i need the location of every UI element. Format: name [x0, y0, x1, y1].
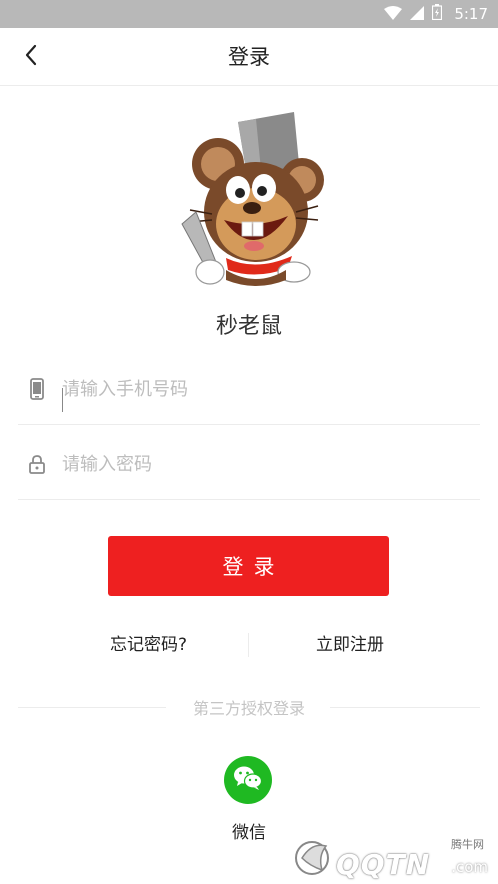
page-title: 登录 — [228, 45, 270, 69]
phone-field-row — [18, 351, 480, 425]
watermark-logo-icon — [292, 836, 336, 880]
wechat-icon — [233, 765, 263, 795]
watermark-small-text: 腾牛网 — [451, 838, 484, 851]
wifi-icon — [384, 5, 403, 24]
watermark: 腾牛网 QQTN .com — [290, 828, 498, 884]
status-time: 5:17 — [454, 5, 488, 23]
lock-icon — [26, 452, 48, 476]
watermark-suffix: .com — [451, 858, 488, 876]
app-name: 秒老鼠 — [215, 314, 282, 339]
login-button[interactable]: 登录 — [108, 536, 389, 596]
divider-right — [330, 707, 480, 708]
app-bar: 登录 — [0, 28, 498, 86]
third-party-section: 第三方授权登录 — [0, 692, 498, 722]
mouse-mascot-logo — [176, 112, 326, 297]
auth-links: 忘记密码? 立即注册 — [0, 625, 498, 665]
register-link[interactable]: 立即注册 — [316, 625, 384, 665]
watermark-main-text: QQTN — [336, 848, 431, 881]
status-bar: 5:17 — [0, 0, 498, 28]
text-cursor — [62, 388, 63, 412]
chevron-left-icon — [24, 44, 38, 70]
phone-input[interactable] — [62, 369, 462, 409]
cellular-signal-icon — [410, 5, 425, 24]
back-button[interactable] — [14, 40, 48, 74]
password-field-row — [18, 426, 480, 500]
forgot-password-link[interactable]: 忘记密码? — [110, 625, 187, 665]
password-input[interactable] — [62, 444, 462, 484]
wechat-login-button[interactable] — [224, 756, 272, 804]
battery-icon — [432, 4, 443, 24]
status-icons: 5:17 — [384, 0, 488, 28]
phone-icon — [26, 377, 48, 401]
links-divider — [248, 633, 249, 657]
